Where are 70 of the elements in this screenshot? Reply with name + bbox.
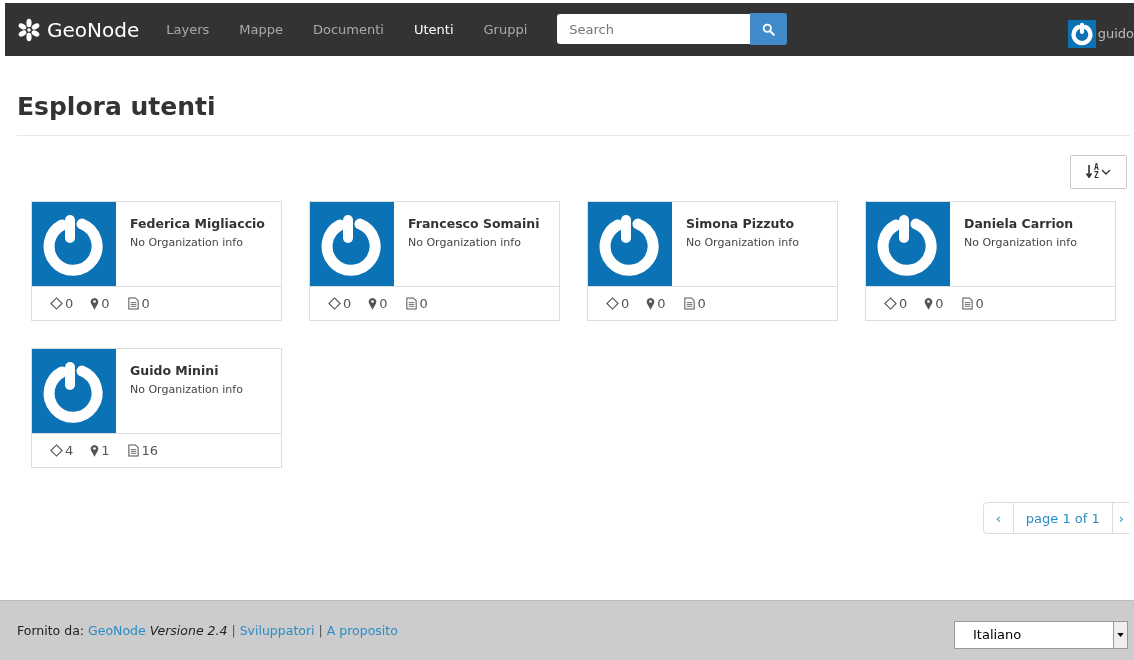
map-pin-icon [646, 297, 656, 310]
search-button[interactable] [750, 13, 788, 45]
layer-count: 0 [621, 296, 630, 311]
separator-text: | [231, 623, 236, 638]
map-count: 0 [935, 296, 944, 311]
layer-count: 0 [343, 296, 352, 311]
user-name-link[interactable]: Simona Pizzuto [686, 216, 799, 231]
power-avatar-icon [1067, 19, 1096, 48]
layer-count: 4 [65, 443, 74, 458]
diamond-icon [884, 297, 897, 310]
organization-text: No Organization info [964, 236, 1077, 249]
diamond-icon [50, 444, 63, 457]
organization-text: No Organization info [130, 236, 244, 249]
power-avatar-icon[interactable] [310, 202, 394, 286]
down-arrow-icon [1086, 165, 1093, 179]
user-menu[interactable]: guido [1067, 19, 1134, 48]
map-count: 0 [657, 296, 666, 311]
power-avatar-icon[interactable] [32, 202, 116, 286]
chevron-down-icon [1100, 169, 1111, 175]
nav-tab[interactable]: Documenti [297, 22, 399, 37]
language-select[interactable]: Italiano [954, 620, 1128, 649]
nav-tab[interactable]: Gruppi [468, 22, 543, 37]
map-pin-icon [90, 297, 100, 310]
nav-tab[interactable]: Mappe [224, 22, 298, 37]
nav-tab[interactable]: Utenti [398, 22, 469, 37]
document-count: 0 [419, 296, 428, 311]
map-count: 1 [101, 443, 110, 458]
page-indicator: page 1 of 1 [1012, 502, 1113, 534]
user-name-link[interactable]: Federica Migliaccio [130, 216, 265, 231]
dropdown-arrow-icon [1117, 632, 1124, 637]
document-icon [404, 297, 418, 310]
brand-link[interactable]: GeoNode [17, 17, 140, 42]
separator-text: | [318, 623, 323, 638]
layer-count: 0 [65, 296, 74, 311]
power-avatar-icon[interactable] [32, 349, 116, 433]
map-count: 0 [101, 296, 110, 311]
flower-logo-icon [17, 17, 41, 42]
document-icon [126, 444, 140, 457]
document-count: 16 [141, 443, 159, 458]
document-count: 0 [697, 296, 706, 311]
power-avatar-icon[interactable] [588, 202, 672, 286]
organization-text: No Organization info [408, 236, 522, 249]
document-icon [126, 297, 140, 310]
sort-button[interactable]: A Z [1070, 155, 1127, 189]
next-page-button[interactable]: › [1111, 502, 1130, 534]
user-name-link[interactable]: Francesco Somaini [408, 216, 540, 231]
map-pin-icon [368, 297, 378, 310]
document-icon [682, 297, 696, 310]
previous-page-button[interactable]: ‹ [982, 502, 1014, 534]
user-name-link[interactable]: Daniela Carrion [964, 216, 1077, 231]
document-icon [960, 297, 974, 310]
organization-text: No Organization info [130, 383, 243, 396]
credit-label: Fornito da: [17, 623, 85, 638]
search-icon [762, 22, 776, 36]
power-avatar-icon[interactable] [866, 202, 950, 286]
search-field[interactable]: Search [557, 14, 751, 44]
map-pin-icon [90, 444, 100, 457]
map-count: 0 [379, 296, 388, 311]
diamond-icon [328, 297, 341, 310]
map-pin-icon [924, 297, 934, 310]
document-count: 0 [975, 296, 984, 311]
diamond-icon [50, 297, 63, 310]
version-text: Versione 2.4 [149, 623, 228, 638]
layer-count: 0 [899, 296, 908, 311]
page-title: Esplora utenti [17, 92, 1130, 136]
user-name-link[interactable]: Guido Minini [130, 363, 243, 378]
nav-tab[interactable]: Layers [151, 22, 225, 37]
organization-text: No Organization info [686, 236, 799, 249]
document-count: 0 [141, 296, 150, 311]
diamond-icon [606, 297, 619, 310]
